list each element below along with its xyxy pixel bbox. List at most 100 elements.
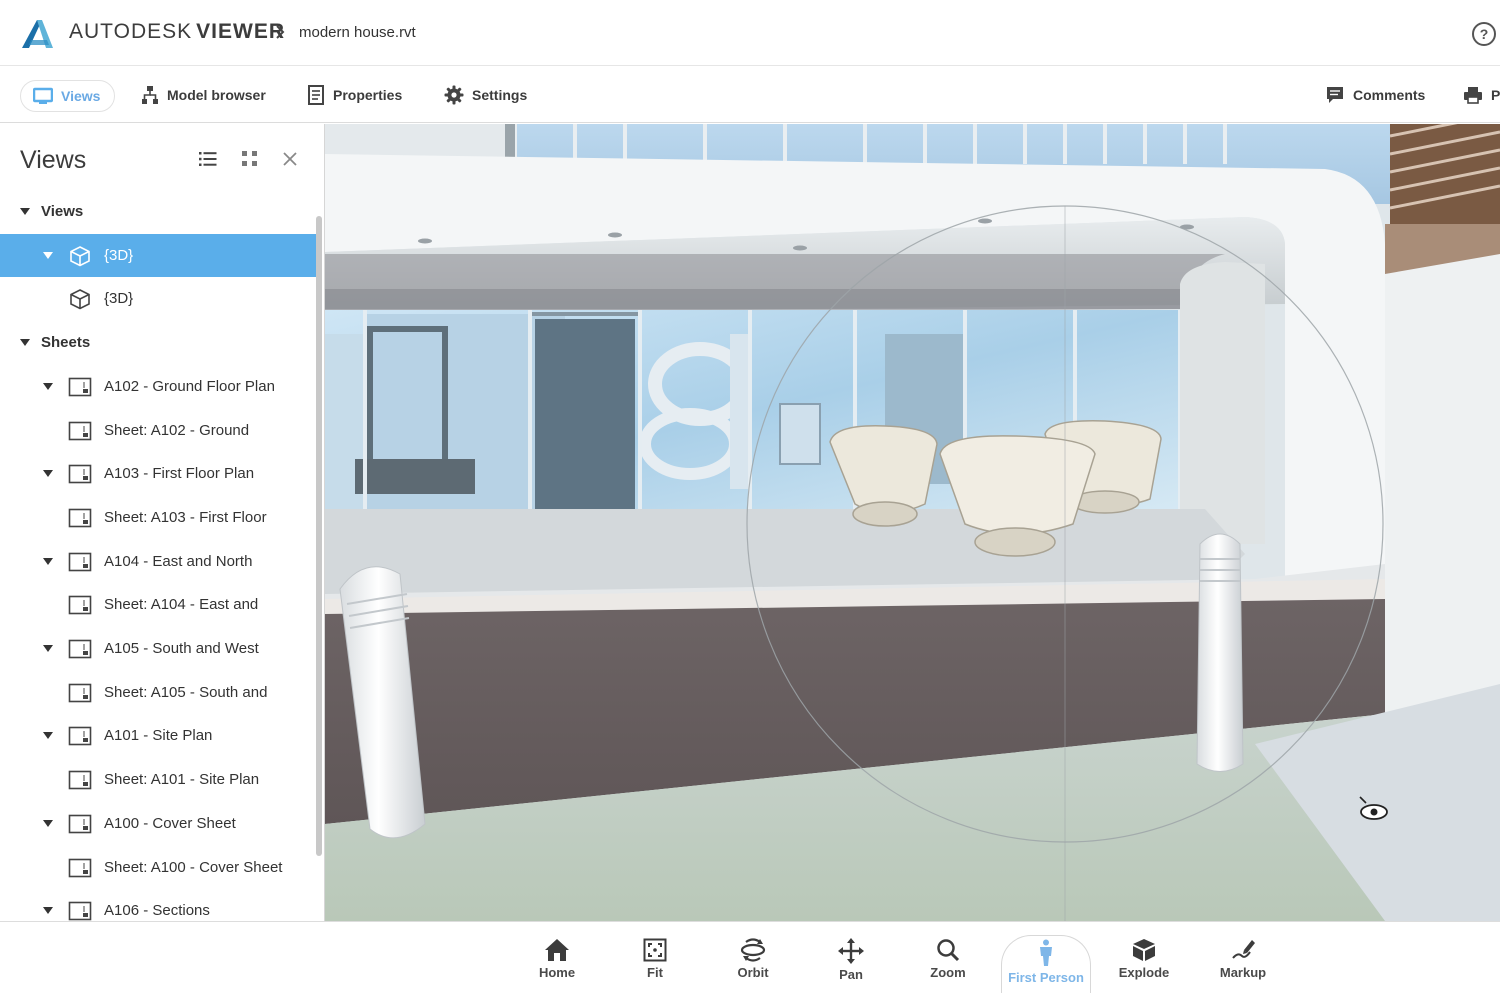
product-name: AUTODESK VIEWER: [69, 20, 285, 44]
caret-down-icon[interactable]: [43, 819, 53, 828]
sheet-icon: [68, 901, 92, 921]
views-panel: Views Views {3D} {3D} Sheets A102 - Ground F…: [0, 124, 325, 921]
sheet-icon: [68, 377, 92, 397]
sheet-icon: [68, 595, 92, 615]
tree-item-label: Sheet: A104 - East and: [104, 596, 259, 614]
pan-label: Pan: [839, 967, 863, 982]
tree-item[interactable]: A102 - Ground Floor Plan: [0, 365, 316, 408]
tree-item[interactable]: Sheet: A104 - East and: [0, 583, 316, 626]
properties-icon: [308, 85, 324, 105]
tree-item-label: {3D}: [104, 246, 134, 264]
tree-item[interactable]: Sheet: A103 - First Floor: [0, 496, 316, 539]
tree-item[interactable]: A105 - South and West: [0, 627, 316, 670]
zoom-button[interactable]: Zoom: [908, 938, 988, 992]
model-render[interactable]: [325, 124, 1500, 921]
tab-print[interactable]: P: [1463, 79, 1500, 111]
tree-item-label: A106 - Sections: [104, 902, 210, 920]
tree-item-label: Sheets: [41, 334, 91, 352]
tree-item-label: A102 - Ground Floor Plan: [104, 377, 275, 395]
hierarchy-icon: [142, 86, 158, 104]
tree-item-label: A101 - Site Plan: [104, 727, 213, 745]
tab-settings[interactable]: Settings: [444, 79, 527, 111]
tree-item-label: Sheet: A105 - South and: [104, 683, 268, 701]
tab-model-browser[interactable]: Model browser: [141, 79, 266, 111]
brand-primary: AUTODESK: [69, 20, 193, 43]
sheet-icon: [68, 421, 92, 440]
pan-button[interactable]: Pan: [811, 938, 891, 992]
markup-button[interactable]: Markup: [1203, 938, 1283, 992]
tree-item[interactable]: Sheet: A105 - South and: [0, 671, 316, 714]
sheet-icon: [68, 552, 92, 571]
tree-item[interactable]: {3D}: [0, 277, 316, 320]
tree-item[interactable]: {3D}: [0, 233, 316, 277]
brand-secondary: VIEWER: [196, 20, 285, 43]
explode-icon: [1133, 939, 1155, 961]
sheet-icon: [68, 814, 92, 834]
caret-down-icon[interactable]: [20, 208, 30, 216]
caret-down-icon[interactable]: [43, 907, 53, 915]
tab-comments-label: Comments: [1353, 87, 1426, 103]
list-view-icon[interactable]: [199, 151, 217, 167]
tree-item[interactable]: A103 - First Floor Plan: [0, 452, 316, 495]
caret-down-icon[interactable]: [43, 557, 53, 566]
printer-icon: [1464, 87, 1482, 104]
fit-button[interactable]: Fit: [615, 938, 695, 992]
panel-title: Views: [20, 146, 87, 174]
panel-scrollbar[interactable]: [316, 216, 322, 856]
caret-down-icon[interactable]: [43, 732, 53, 740]
orbit-icon: [740, 938, 766, 962]
tree-item-label: Views: [41, 203, 84, 220]
home-label: Home: [538, 965, 576, 980]
tree-item[interactable]: A100 - Cover Sheet: [0, 802, 316, 845]
help-button[interactable]: ?: [1472, 22, 1496, 46]
first-person-button[interactable]: First Person: [1001, 935, 1091, 993]
fit-label: Fit: [647, 965, 663, 980]
tree-item-label: {3D}: [104, 290, 134, 308]
tree-item[interactable]: Sheet: A102 - Ground: [0, 409, 316, 452]
orbit-button[interactable]: Orbit: [713, 938, 793, 992]
caret-down-icon[interactable]: [20, 339, 30, 347]
navigation-toolbar: Home Fit Orbit Pan Zoom First Person Exp…: [0, 921, 1500, 1000]
comment-icon: [1327, 87, 1343, 103]
markup-label: Markup: [1219, 965, 1267, 980]
fit-icon: [643, 938, 667, 962]
tree-item-label: Sheet: A101 - Site Plan: [104, 771, 260, 789]
home-button[interactable]: Home: [517, 938, 597, 992]
tree-item[interactable]: A104 - East and North: [0, 540, 316, 583]
autodesk-logo[interactable]: [20, 18, 54, 50]
app-header: AUTODESK VIEWER modern house.rvt ?: [0, 0, 1500, 66]
tab-comments[interactable]: Comments: [1325, 79, 1425, 111]
tree-item-label: A103 - First Floor Plan: [104, 465, 255, 483]
monitor-icon: [33, 87, 53, 104]
close-icon[interactable]: [282, 151, 298, 167]
cube-icon: [70, 289, 90, 310]
tab-views-label: Views: [61, 88, 101, 104]
first-person-label: First Person: [1008, 970, 1084, 985]
tab-model-browser-label: Model browser: [167, 87, 266, 103]
tree-item-label: A104 - East and North: [104, 552, 253, 570]
tree-item[interactable]: A106 - Sections: [0, 889, 316, 921]
tree-item-label: Sheet: A102 - Ground: [104, 421, 250, 439]
caret-down-icon[interactable]: [43, 251, 53, 260]
tree-item[interactable]: Sheet: A101 - Site Plan: [0, 758, 316, 801]
sheet-icon: [68, 727, 92, 746]
tab-properties-label: Properties: [333, 87, 403, 103]
explode-button[interactable]: Explode: [1104, 938, 1184, 992]
sheet-icon: [68, 858, 92, 877]
caret-down-icon[interactable]: [43, 470, 53, 478]
first-person-icon: [1040, 939, 1052, 966]
tree-item[interactable]: A101 - Site Plan: [0, 714, 316, 757]
caret-down-icon[interactable]: [43, 382, 53, 391]
tree-item[interactable]: Sheet: A100 - Cover Sheet: [0, 846, 316, 889]
toolbar: Views Model browser Properties Settings …: [0, 67, 1500, 123]
tree-section[interactable]: Sheets: [0, 321, 316, 364]
tab-properties[interactable]: Properties: [307, 79, 402, 111]
caret-down-icon[interactable]: [43, 645, 53, 653]
markup-icon: [1232, 940, 1255, 959]
grid-view-icon[interactable]: [242, 151, 258, 167]
tab-views[interactable]: Views: [20, 80, 115, 112]
sheet-icon: [68, 464, 92, 484]
tree-item-label: Sheet: A103 - First Floor: [104, 508, 267, 526]
tree-section[interactable]: Views: [0, 190, 316, 233]
3d-viewport[interactable]: [325, 124, 1500, 921]
